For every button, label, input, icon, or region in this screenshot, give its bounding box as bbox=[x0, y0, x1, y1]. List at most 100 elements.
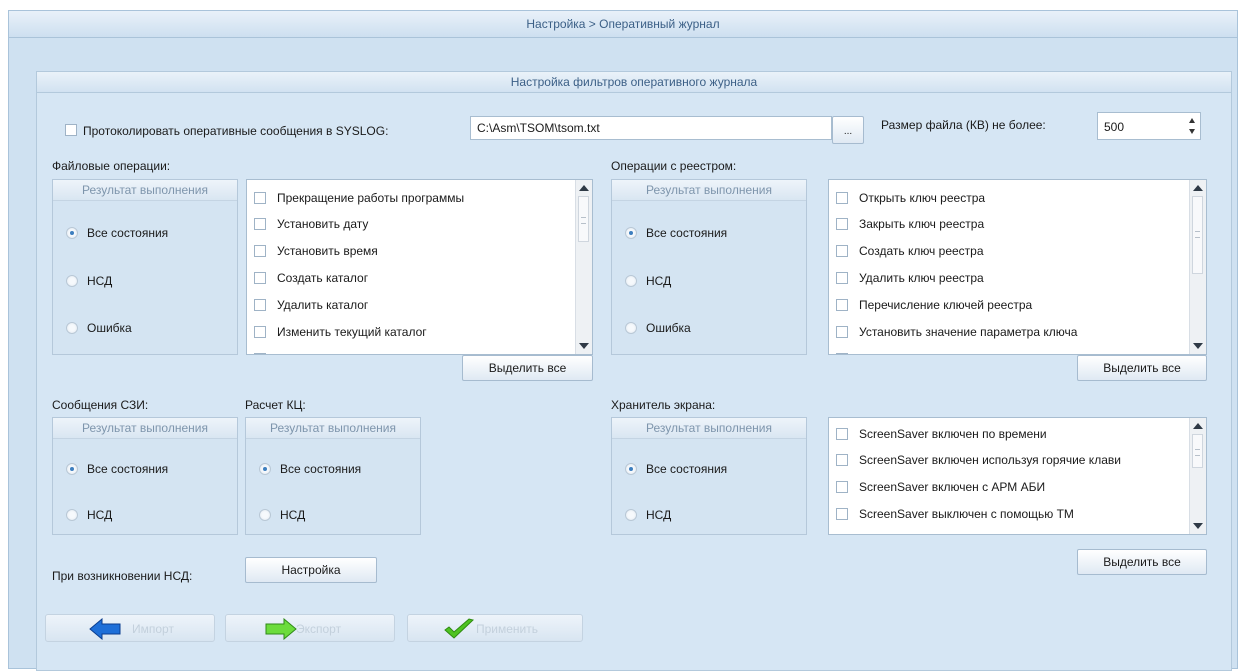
spinner-arrows-icon[interactable] bbox=[1188, 116, 1196, 136]
list-item-checkbox[interactable] bbox=[254, 245, 266, 257]
list-item-checkbox[interactable] bbox=[836, 481, 848, 493]
list-item[interactable]: Создать ключ реестра bbox=[829, 238, 1206, 264]
list-item-label: Прекращение работы программы bbox=[277, 191, 465, 205]
list-item-checkbox[interactable] bbox=[836, 428, 848, 440]
kc-result-group: Результат выполнения Все состояния НСД bbox=[245, 417, 421, 535]
scroll-down-icon[interactable] bbox=[579, 343, 589, 349]
list-item-checkbox[interactable] bbox=[836, 299, 848, 311]
file-ops-radio-all[interactable] bbox=[66, 227, 78, 239]
window-title: Настройка > Оперативный журнал bbox=[9, 11, 1237, 38]
registry-ops-result-title: Результат выполнения bbox=[612, 180, 806, 201]
list-item[interactable]: Удалить каталог bbox=[247, 292, 592, 318]
import-label: Импорт bbox=[132, 622, 174, 636]
apply-button[interactable]: Применить bbox=[407, 614, 583, 642]
list-item[interactable]: ScreenSaver включен по времени bbox=[829, 421, 1206, 447]
list-item-label: Перечисление ключей реестра bbox=[859, 298, 1033, 312]
list-item-label: Изменить текущий каталог bbox=[277, 325, 427, 339]
list-item-label: ScreenSaver включен используя горячие кл… bbox=[859, 453, 1121, 467]
scroll-down-icon[interactable] bbox=[1193, 343, 1203, 349]
list-item-partial bbox=[829, 528, 1206, 534]
szi-result-title: Результат выполнения bbox=[53, 418, 237, 439]
file-ops-radio-error[interactable] bbox=[66, 322, 78, 334]
szi-radio-nsd[interactable] bbox=[66, 509, 78, 521]
list-item-label: ScreenSaver включен по времени bbox=[859, 427, 1047, 441]
list-item[interactable]: Установить дату bbox=[247, 211, 592, 237]
size-spinner[interactable]: 500 bbox=[1097, 112, 1201, 140]
list-item-checkbox[interactable] bbox=[836, 454, 848, 466]
list-item[interactable]: Закрыть ключ реестра bbox=[829, 211, 1206, 237]
nsd-settings-button[interactable]: Настройка bbox=[245, 557, 377, 583]
list-item[interactable]: ScreenSaver включен используя горячие кл… bbox=[829, 447, 1206, 473]
list-item[interactable]: ScreenSaver включен с АРМ АБИ bbox=[829, 474, 1206, 500]
registry-ops-result-group: Результат выполнения Все состояния НСД О… bbox=[611, 179, 807, 355]
size-label: Размер файла (КВ) не более: bbox=[881, 118, 1046, 132]
file-ops-radio-all-label: Все состояния bbox=[87, 226, 169, 240]
registry-ops-radio-error[interactable] bbox=[625, 322, 637, 334]
list-item-checkbox[interactable] bbox=[254, 192, 266, 204]
file-ops-scrollbar[interactable] bbox=[575, 180, 592, 354]
file-ops-radio-nsd-label: НСД bbox=[87, 274, 113, 288]
list-item-checkbox[interactable] bbox=[836, 508, 848, 520]
screensaver-radio-nsd[interactable] bbox=[625, 509, 637, 521]
kc-radio-all-label: Все состояния bbox=[280, 462, 362, 476]
list-item[interactable]: Удалить ключ реестра bbox=[829, 265, 1206, 291]
scroll-down-icon[interactable] bbox=[1193, 523, 1203, 529]
screensaver-result-group: Результат выполнения Все состояния НСД bbox=[611, 417, 807, 535]
registry-ops-radio-nsd-label: НСД bbox=[646, 274, 672, 288]
szi-messages-title: Сообщения СЗИ: bbox=[52, 398, 149, 412]
list-item[interactable]: Прекращение работы программы bbox=[247, 185, 592, 211]
screensaver-result-title: Результат выполнения bbox=[612, 418, 806, 439]
list-item-checkbox[interactable] bbox=[836, 218, 848, 230]
szi-radio-all[interactable] bbox=[66, 463, 78, 475]
list-item[interactable]: ScreenSaver выключен с помощью ТМ bbox=[829, 501, 1206, 527]
screensaver-scrollbar[interactable] bbox=[1189, 418, 1206, 534]
scroll-up-icon[interactable] bbox=[1193, 423, 1203, 429]
apply-label: Применить bbox=[476, 622, 539, 636]
list-item[interactable]: Изменить текущий каталог bbox=[247, 319, 592, 345]
screensaver-select-all-button[interactable]: Выделить все bbox=[1077, 549, 1207, 575]
list-item-checkbox[interactable] bbox=[836, 245, 848, 257]
screensaver-radio-all[interactable] bbox=[625, 463, 637, 475]
import-button[interactable]: Импорт bbox=[45, 614, 215, 642]
list-item-checkbox[interactable] bbox=[254, 218, 266, 230]
list-item-checkbox[interactable] bbox=[836, 272, 848, 284]
list-item-checkbox[interactable] bbox=[836, 326, 848, 338]
list-item[interactable]: Создать каталог bbox=[247, 265, 592, 291]
export-label: Экспорт bbox=[296, 622, 342, 636]
list-item[interactable]: Открыть ключ реестра bbox=[829, 185, 1206, 211]
screensaver-list: ScreenSaver включен по времени ScreenSav… bbox=[828, 417, 1207, 535]
registry-ops-radio-nsd[interactable] bbox=[625, 275, 637, 287]
list-item[interactable]: Перечисление ключей реестра bbox=[829, 292, 1206, 318]
registry-ops-title: Операции с реестром: bbox=[611, 159, 737, 173]
scroll-thumb[interactable] bbox=[1192, 196, 1203, 274]
list-item-label: Удалить каталог bbox=[277, 298, 369, 312]
registry-ops-radio-all[interactable] bbox=[625, 227, 637, 239]
syslog-checkbox[interactable] bbox=[65, 124, 77, 136]
list-item-checkbox[interactable] bbox=[254, 299, 266, 311]
screensaver-radio-all-label: Все состояния bbox=[646, 462, 728, 476]
kc-radio-nsd[interactable] bbox=[259, 509, 271, 521]
list-item[interactable]: Установить значение параметра ключа bbox=[829, 319, 1206, 345]
scroll-up-icon[interactable] bbox=[1193, 185, 1203, 191]
list-item-checkbox[interactable] bbox=[836, 192, 848, 204]
list-item-label: Открыть ключ реестра bbox=[859, 191, 986, 205]
file-ops-radio-nsd[interactable] bbox=[66, 275, 78, 287]
szi-radio-all-label: Все состояния bbox=[87, 462, 169, 476]
list-item-partial bbox=[829, 346, 1206, 354]
list-item-checkbox[interactable] bbox=[254, 326, 266, 338]
export-button[interactable]: Экспорт bbox=[225, 614, 395, 642]
scroll-thumb[interactable] bbox=[1192, 434, 1203, 468]
filter-settings-panel: Настройка фильтров оперативного журнала … bbox=[36, 71, 1232, 671]
scroll-thumb[interactable] bbox=[578, 196, 589, 242]
kc-calc-title: Расчет КЦ: bbox=[245, 398, 306, 412]
registry-ops-scrollbar[interactable] bbox=[1189, 180, 1206, 354]
registry-ops-select-all-button[interactable]: Выделить все bbox=[1077, 355, 1207, 381]
browse-button[interactable]: ... bbox=[832, 116, 864, 144]
kc-radio-all[interactable] bbox=[259, 463, 271, 475]
scroll-up-icon[interactable] bbox=[579, 185, 589, 191]
list-item-checkbox bbox=[836, 353, 848, 354]
list-item-checkbox[interactable] bbox=[254, 272, 266, 284]
syslog-path-input[interactable]: C:\Asm\TSOM\tsom.txt bbox=[470, 116, 832, 140]
list-item[interactable]: Установить время bbox=[247, 238, 592, 264]
file-ops-select-all-button[interactable]: Выделить все bbox=[462, 355, 593, 381]
